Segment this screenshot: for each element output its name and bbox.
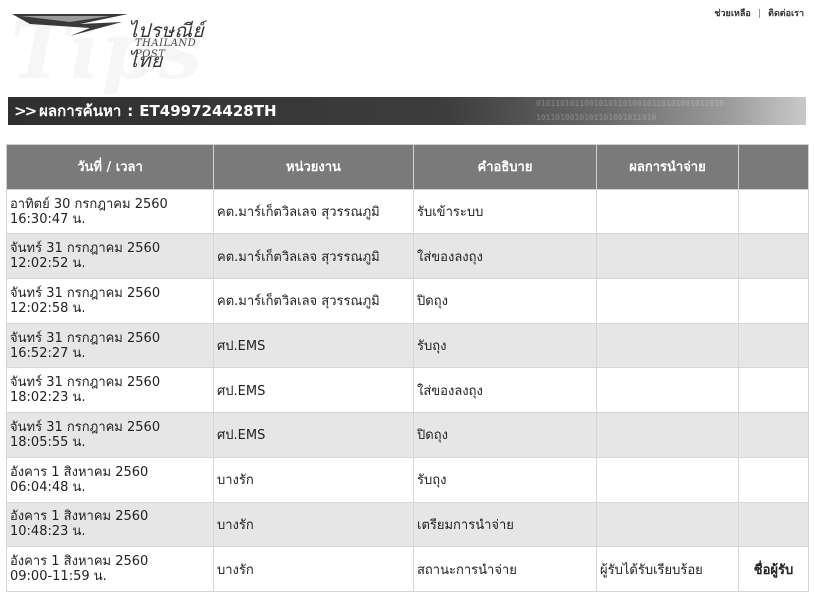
cell-office: ศป.EMS [213, 367, 414, 414]
cell-description: ปิดถุง [413, 278, 597, 324]
cell-datetime: อังคาร 1 สิงหาคม 2560 09:00-11:59 น. [6, 546, 214, 592]
top-links: ช่วยเหลือ | ติดต่อเรา [712, 6, 806, 20]
cell-extra [738, 412, 809, 458]
table-row: จันทร์ 31 กรกฎาคม 2560 12:02:52 น. คต.มาร… [6, 233, 809, 280]
cell-datetime: จันทร์ 31 กรกฎาคม 2560 12:02:58 น. [6, 278, 214, 324]
cell-delivery-result: ผู้รับได้รับเรียบร้อย [596, 546, 739, 592]
cell-extra [738, 322, 809, 369]
table-row: จันทร์ 31 กรกฎาคม 2560 12:02:58 น. คต.มาร… [6, 278, 809, 324]
cell-description: เตรียมการนำจ่าย [413, 501, 597, 548]
cell-description: รับถุง [413, 322, 597, 369]
link-separator: | [757, 9, 761, 19]
cell-delivery-result [596, 188, 739, 235]
table-row: อังคาร 1 สิงหาคม 2560 10:48:23 น. บางรัก … [6, 501, 809, 548]
cell-office: บางรัก [213, 546, 414, 592]
column-header-datetime: วันที่ / เวลา [6, 144, 214, 190]
binary-decoration: 0101101011001010110100101101010010110101… [536, 99, 724, 122]
cell-delivery-result [596, 501, 739, 548]
cell-description: ปิดถุง [413, 412, 597, 458]
cell-extra [738, 278, 809, 324]
tracking-table: วันที่ / เวลา หน่วยงาน คำอธิบาย ผลการนำจ… [6, 144, 809, 592]
cell-extra [738, 501, 809, 548]
cell-datetime: จันทร์ 31 กรกฎาคม 2560 12:02:52 น. [6, 233, 214, 280]
cell-office: คต.มาร์เก็ตวิลเลจ สุวรรณภูมิ [213, 278, 414, 324]
cell-datetime: จันทร์ 31 กรกฎาคม 2560 16:52:27 น. [6, 322, 214, 369]
cell-datetime: อาทิตย์ 30 กรกฎาคม 2560 16:30:47 น. [6, 188, 214, 235]
cell-extra [738, 367, 809, 414]
table-row: จันทร์ 31 กรกฎาคม 2560 18:05:55 น. ศป.EMS… [6, 412, 809, 458]
thailand-post-logo[interactable]: ไปรษณีย์ไทย THAILAND POST [10, 10, 230, 72]
cell-office: บางรัก [213, 456, 414, 503]
table-row: อังคาร 1 สิงหาคม 2560 09:00-11:59 น. บางร… [6, 546, 809, 592]
cell-delivery-result [596, 233, 739, 280]
chevron-right-icon: >> [14, 102, 37, 120]
cell-office: ศป.EMS [213, 412, 414, 458]
table-row: จันทร์ 31 กรกฎาคม 2560 18:02:23 น. ศป.EMS… [6, 367, 809, 414]
cell-office: คต.มาร์เก็ตวิลเลจ สุวรรณภูมิ [213, 188, 414, 235]
help-link[interactable]: ช่วยเหลือ [714, 9, 750, 19]
cell-extra [738, 233, 809, 280]
cell-office: ศป.EMS [213, 322, 414, 369]
cell-office: บางรัก [213, 501, 414, 548]
logo-english-text: THAILAND POST [135, 38, 197, 60]
cell-delivery-result [596, 456, 739, 503]
cell-description: ใส่ของลงถุง [413, 367, 597, 414]
cell-description: สถานะการนำจ่าย [413, 546, 597, 592]
contact-link[interactable]: ติดต่อเรา [768, 9, 804, 19]
cell-datetime: อังคาร 1 สิงหาคม 2560 06:04:48 น. [6, 456, 214, 503]
recipient-name-link[interactable]: ชื่อผู้รับ [738, 546, 809, 592]
cell-description: ใส่ของลงถุง [413, 233, 597, 280]
cell-office: คต.มาร์เก็ตวิลเลจ สุวรรณภูมิ [213, 233, 414, 280]
table-row: อังคาร 1 สิงหาคม 2560 06:04:48 น. บางรัก … [6, 456, 809, 503]
result-label: ผลการค้นหา [39, 102, 122, 120]
column-header-office: หน่วยงาน [213, 144, 414, 190]
cell-description: รับถุง [413, 456, 597, 503]
page-header: Tips ไปรษณีย์ไทย THAILAND POST ช่วยเหลือ… [0, 0, 814, 97]
cell-extra [738, 456, 809, 503]
cell-datetime: อังคาร 1 สิงหาคม 2560 10:48:23 น. [6, 501, 214, 548]
cell-datetime: จันทร์ 31 กรกฎาคม 2560 18:02:23 น. [6, 367, 214, 414]
search-result-bar: >> ผลการค้นหา : ET499724428TH 0101101011… [8, 97, 806, 125]
table-header-row: วันที่ / เวลา หน่วยงาน คำอธิบาย ผลการนำจ… [6, 144, 809, 190]
tracking-number: ET499724428TH [139, 102, 277, 120]
table-row: จันทร์ 31 กรกฎาคม 2560 16:52:27 น. ศป.EMS… [6, 322, 809, 369]
bird-logo-icon [12, 14, 128, 36]
cell-datetime: จันทร์ 31 กรกฎาคม 2560 18:05:55 น. [6, 412, 214, 458]
cell-delivery-result [596, 278, 739, 324]
cell-delivery-result [596, 322, 739, 369]
cell-delivery-result [596, 412, 739, 458]
result-separator: : [127, 102, 134, 120]
cell-delivery-result [596, 367, 739, 414]
column-header-delivery-result: ผลการนำจ่าย [596, 144, 739, 190]
column-header-description: คำอธิบาย [413, 144, 597, 190]
cell-description: รับเข้าระบบ [413, 188, 597, 235]
column-header-extra [738, 144, 809, 190]
table-row: อาทิตย์ 30 กรกฎาคม 2560 16:30:47 น. คต.มา… [6, 188, 809, 235]
cell-extra [738, 188, 809, 235]
